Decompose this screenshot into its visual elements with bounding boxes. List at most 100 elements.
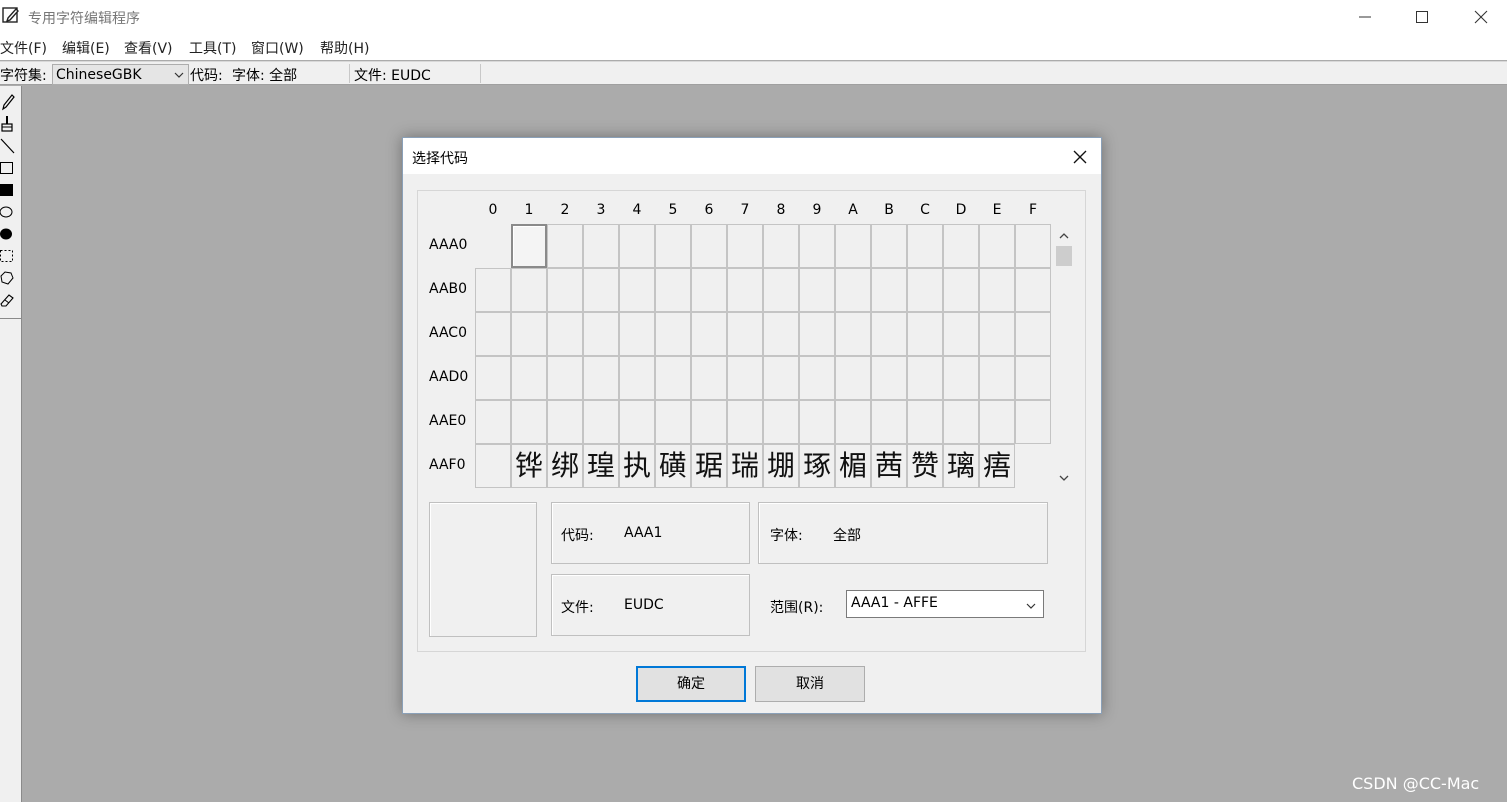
code-cell[interactable] (475, 400, 511, 444)
code-cell[interactable] (835, 224, 871, 268)
code-cell[interactable] (799, 224, 835, 268)
code-cell[interactable] (583, 224, 619, 268)
code-cell[interactable] (691, 400, 727, 444)
code-cell[interactable] (475, 444, 511, 488)
code-cell[interactable] (727, 224, 763, 268)
rectangular-selection-tool[interactable] (0, 246, 18, 266)
code-cell[interactable] (943, 268, 979, 312)
code-cell[interactable] (727, 268, 763, 312)
code-cell[interactable] (727, 400, 763, 444)
code-cell[interactable] (511, 356, 547, 400)
filled-ellipse-tool[interactable] (0, 224, 18, 244)
filled-rectangle-tool[interactable] (0, 180, 18, 200)
code-cell[interactable] (763, 400, 799, 444)
code-cell[interactable] (691, 224, 727, 268)
eraser-tool[interactable] (0, 290, 18, 310)
code-cell[interactable] (691, 312, 727, 356)
menu-file[interactable]: 文件(F) (0, 38, 47, 58)
pencil-tool[interactable] (0, 92, 18, 112)
code-cell[interactable] (799, 268, 835, 312)
code-cell[interactable] (547, 356, 583, 400)
code-cell[interactable] (871, 224, 907, 268)
code-cell[interactable] (547, 400, 583, 444)
hollow-rectangle-tool[interactable] (0, 158, 18, 178)
range-select[interactable]: AAA1 - AFFE (846, 590, 1044, 618)
code-cell[interactable] (1015, 224, 1051, 268)
code-cell[interactable] (979, 312, 1015, 356)
freeform-selection-tool[interactable] (0, 268, 18, 288)
ok-button[interactable]: 确定 (636, 666, 746, 702)
hollow-ellipse-tool[interactable] (0, 202, 18, 222)
code-cell[interactable] (727, 356, 763, 400)
code-cell[interactable] (583, 312, 619, 356)
code-cell[interactable] (1015, 312, 1051, 356)
code-cell[interactable] (511, 224, 547, 268)
code-cell[interactable]: 绑 (547, 444, 583, 488)
charset-select[interactable]: ChineseGBK (52, 64, 189, 85)
code-cell[interactable]: 痦 (979, 444, 1015, 488)
code-cell[interactable] (871, 312, 907, 356)
minimize-button[interactable] (1336, 0, 1394, 34)
code-cell[interactable] (475, 356, 511, 400)
code-cell[interactable] (835, 400, 871, 444)
code-cell[interactable]: 楣 (835, 444, 871, 488)
code-cell[interactable] (619, 224, 655, 268)
code-cell[interactable] (511, 312, 547, 356)
menu-help[interactable]: 帮助(H) (320, 38, 369, 58)
dialog-close-button[interactable] (1067, 144, 1093, 170)
code-cell[interactable] (835, 268, 871, 312)
brush-tool[interactable] (0, 114, 18, 134)
code-cell[interactable] (907, 312, 943, 356)
cancel-button[interactable]: 取消 (755, 666, 865, 702)
code-cell[interactable] (979, 400, 1015, 444)
code-cell[interactable] (547, 312, 583, 356)
grid-scrollbar[interactable] (1054, 226, 1074, 488)
code-cell[interactable]: 铧 (511, 444, 547, 488)
code-cell[interactable]: 赞 (907, 444, 943, 488)
code-cell[interactable] (799, 312, 835, 356)
scrollbar-thumb[interactable] (1056, 246, 1072, 266)
code-cell[interactable] (979, 356, 1015, 400)
code-cell[interactable]: 璃 (943, 444, 979, 488)
code-cell[interactable]: 茜 (871, 444, 907, 488)
code-cell[interactable]: 瑝 (583, 444, 619, 488)
menu-window[interactable]: 窗口(W) (251, 38, 304, 58)
code-cell[interactable] (871, 400, 907, 444)
code-cell[interactable] (1015, 268, 1051, 312)
code-cell[interactable] (583, 268, 619, 312)
code-cell[interactable] (943, 224, 979, 268)
code-cell[interactable] (979, 224, 1015, 268)
chevron-down-icon[interactable] (1058, 472, 1070, 484)
code-cell[interactable] (907, 224, 943, 268)
code-cell[interactable] (619, 312, 655, 356)
code-cell[interactable] (475, 312, 511, 356)
code-cell[interactable] (763, 312, 799, 356)
code-cell[interactable] (691, 356, 727, 400)
code-cell[interactable] (511, 268, 547, 312)
code-cell[interactable]: 琚 (691, 444, 727, 488)
code-cell[interactable] (763, 356, 799, 400)
code-cell[interactable]: 磺 (655, 444, 691, 488)
line-tool[interactable] (0, 136, 18, 156)
code-cell[interactable]: 执 (619, 444, 655, 488)
code-cell[interactable] (835, 312, 871, 356)
close-button[interactable] (1452, 0, 1507, 34)
menu-tools[interactable]: 工具(T) (189, 38, 236, 58)
code-cell[interactable]: 堋 (763, 444, 799, 488)
code-cell[interactable] (655, 224, 691, 268)
code-cell[interactable] (655, 400, 691, 444)
code-cell[interactable] (583, 400, 619, 444)
code-cell[interactable] (763, 224, 799, 268)
code-cell[interactable] (619, 356, 655, 400)
menu-view[interactable]: 查看(V) (124, 38, 173, 58)
code-cell[interactable] (907, 400, 943, 444)
code-cell[interactable] (871, 356, 907, 400)
code-cell[interactable] (547, 224, 583, 268)
code-cell[interactable] (619, 268, 655, 312)
code-cell[interactable] (655, 268, 691, 312)
code-cell[interactable] (1015, 400, 1051, 444)
code-cell[interactable] (943, 312, 979, 356)
code-cell[interactable] (943, 400, 979, 444)
code-cell[interactable] (1015, 356, 1051, 400)
code-cell[interactable] (799, 356, 835, 400)
